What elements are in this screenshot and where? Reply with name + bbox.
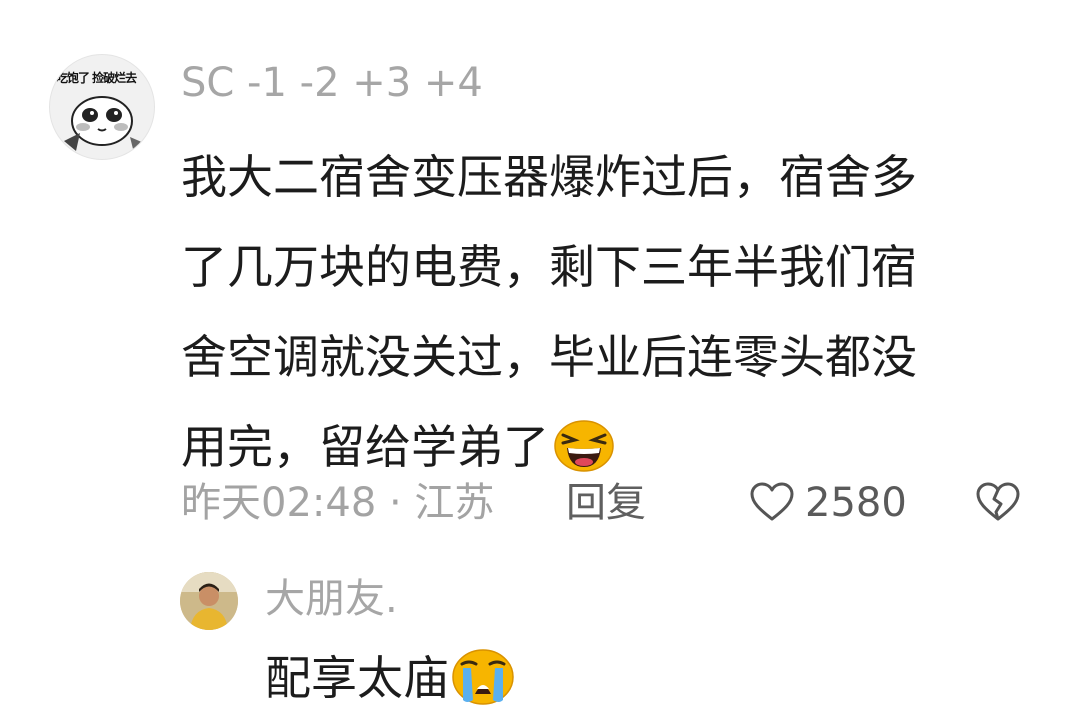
avatar[interactable]: 吃饱了 捡破烂去 — [49, 54, 155, 160]
comment-line: 舍空调就没关过，毕业后连零头都没 — [181, 330, 917, 384]
reply-avatar[interactable] — [180, 572, 238, 630]
reply-text: 配享太庙 — [265, 651, 449, 705]
comment-line: 了几万块的电费，剩下三年半我们宿 — [181, 240, 917, 294]
timestamp-location: 昨天02:48 · 江苏 — [181, 480, 495, 526]
heart-outline-icon — [750, 482, 794, 521]
comment-thread: 吃饱了 捡破烂去 SC -1 -2 +3 +4 我大二宿舍变压器爆炸过后，宿舍多… — [0, 0, 1078, 726]
sticker-caption: 吃饱了 捡破烂去 — [56, 71, 137, 85]
crying-face-icon — [451, 648, 515, 722]
reply-username[interactable]: 大朋友. — [265, 572, 398, 626]
comment-username[interactable]: SC -1 -2 +3 +4 — [181, 58, 483, 108]
comment-line-text: 用完，留给学弟了 — [181, 420, 549, 474]
like-count: 2580 — [805, 480, 907, 526]
comment-line: 我大二宿舍变压器爆炸过后，宿舍多 — [181, 150, 917, 204]
broken-heart-icon[interactable] — [975, 481, 1021, 523]
person-photo-icon — [180, 572, 238, 630]
comment-meta: 昨天02:48 · 江苏 回复 2580 — [181, 476, 1041, 530]
comment-body: 我大二宿舍变压器爆炸过后，宿舍多 了几万块的电费，剩下三年半我们宿 舍空调就没关… — [181, 132, 1041, 492]
reply-body: 配享太庙 — [265, 646, 515, 722]
reply-button[interactable]: 回复 — [566, 476, 646, 530]
